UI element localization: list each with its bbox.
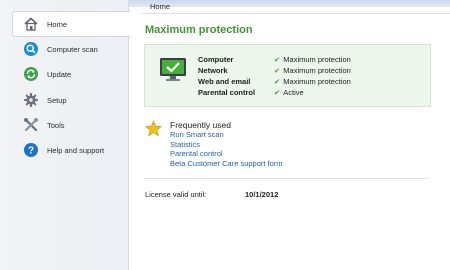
sidebar-item-computer-scan[interactable]: Computer scan	[13, 37, 128, 61]
status-key: Network	[198, 66, 228, 75]
license-expiry-date: 10/1/2012	[245, 190, 279, 199]
refresh-icon	[23, 66, 39, 82]
status-value: Active	[283, 88, 304, 97]
sidebar-item-label: Update	[47, 69, 72, 79]
magnifier-icon	[23, 41, 39, 57]
statistics-link[interactable]: Statistics	[170, 140, 283, 150]
sidebar: Home Computer scan Update Setup Tools ? …	[0, 0, 130, 270]
star-icon	[144, 120, 163, 139]
beta-support-form-link[interactable]: Beta Customer Care support form	[170, 159, 283, 169]
check-icon: ✔	[274, 88, 281, 97]
protection-status-panel: Computer ✔ Maximum protection Network ✔ Ma…	[144, 44, 431, 107]
sidebar-item-label: Home	[47, 19, 68, 29]
page-title: Maximum protection	[145, 24, 253, 36]
check-icon: ✔	[274, 77, 281, 86]
status-key: Web and email	[198, 77, 251, 86]
status-value: Maximum protection	[283, 55, 351, 64]
sidebar-item-label: Help and support	[47, 145, 105, 155]
parental-control-link[interactable]: Parental control	[170, 149, 283, 159]
status-row-parental-control: Parental control ✔ Active	[198, 88, 351, 99]
check-icon: ✔	[274, 66, 281, 75]
license-label: License valid until:	[145, 190, 207, 199]
sidebar-item-label: Setup	[47, 95, 67, 105]
sidebar-item-update[interactable]: Update	[13, 62, 128, 86]
section-divider	[144, 178, 430, 179]
sidebar-item-label: Computer scan	[47, 44, 98, 54]
sidebar-item-label: Tools	[47, 120, 65, 130]
sidebar-item-setup[interactable]: Setup	[13, 88, 128, 112]
status-value: Maximum protection	[283, 77, 351, 86]
help-icon: ?	[23, 142, 39, 158]
gear-icon	[23, 92, 39, 108]
run-smart-scan-link[interactable]: Run Smart scan	[170, 130, 283, 140]
svg-text:?: ?	[28, 146, 34, 157]
frequently-used-list: Run Smart scan Statistics Parental contr…	[170, 130, 283, 168]
status-table: Computer ✔ Maximum protection Network ✔ Ma…	[198, 55, 351, 99]
breadcrumb: Home	[150, 2, 171, 11]
frequently-used-heading: Frequently used	[170, 120, 231, 130]
sidebar-item-home[interactable]: Home	[12, 11, 130, 37]
tools-icon	[23, 117, 39, 133]
breadcrumb-divider	[142, 13, 450, 14]
status-row-computer: Computer ✔ Maximum protection	[198, 55, 351, 66]
status-value: Maximum protection	[283, 66, 351, 75]
status-key: Computer	[198, 55, 234, 64]
sidebar-item-help-and-support[interactable]: ? Help and support	[13, 138, 128, 162]
sidebar-item-tools[interactable]: Tools	[13, 113, 128, 137]
check-icon: ✔	[274, 55, 281, 64]
home-icon	[23, 16, 39, 32]
status-key: Parental control	[198, 88, 256, 97]
status-row-web-and-email: Web and email ✔ Maximum protection	[198, 77, 351, 88]
status-row-network: Network ✔ Maximum protection	[198, 66, 351, 77]
monitor-check-icon	[159, 57, 187, 85]
